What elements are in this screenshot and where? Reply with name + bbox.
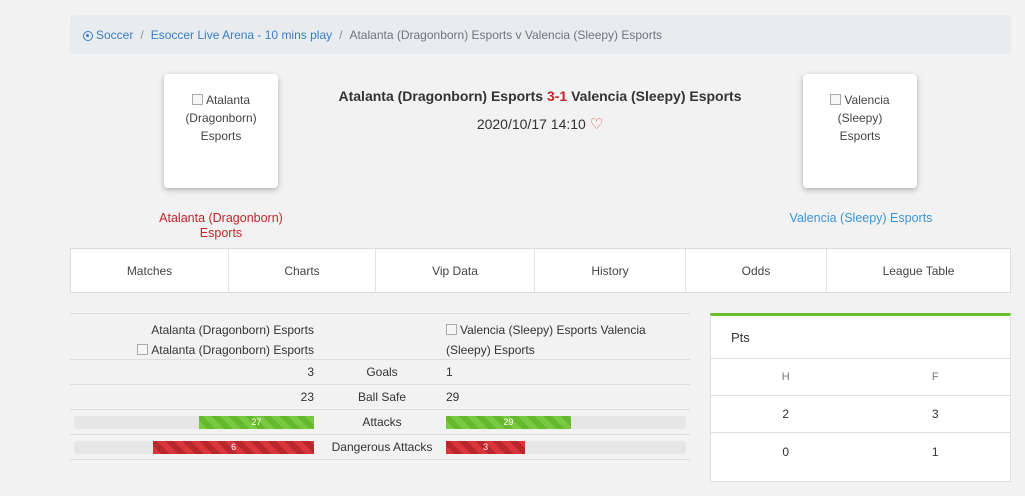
broken-image-icon bbox=[137, 344, 149, 355]
home-team-logo[interactable]: Atalanta (Dragonborn) Esports bbox=[164, 74, 278, 188]
tab-vip-data[interactable]: Vip Data bbox=[376, 249, 535, 292]
pts-cell: 1 bbox=[931, 444, 939, 459]
pts-title: Pts bbox=[711, 316, 1010, 359]
broken-image-icon bbox=[830, 94, 842, 105]
breadcrumb-separator: / bbox=[339, 27, 343, 42]
match-date-line: 2020/10/17 14:10 ♡ bbox=[280, 115, 800, 133]
broken-image-icon bbox=[191, 94, 203, 105]
stat-away-value: 29 bbox=[446, 390, 460, 404]
home-team-name[interactable]: Atalanta (Dragonborn) Esports bbox=[141, 211, 301, 241]
breadcrumb: Soccer / Esoccer Live Arena - 10 mins pl… bbox=[70, 15, 1011, 54]
tab-odds[interactable]: Odds bbox=[686, 249, 827, 292]
stat-label: Goals bbox=[366, 365, 398, 379]
stat-home-value: 23 bbox=[300, 390, 314, 404]
stat-row-ball-safe: 23 Ball Safe 29 bbox=[70, 385, 690, 410]
away-dangerous-attacks-bar: 3 bbox=[446, 440, 526, 454]
tab-league-table[interactable]: League Table bbox=[827, 249, 1010, 292]
pts-header-row: H F bbox=[711, 359, 1010, 396]
soccer-ball-icon bbox=[83, 30, 93, 41]
stats-away-img: Valencia (Sleepy) Esports bbox=[446, 323, 597, 337]
stats-home-img: Atalanta (Dragonborn) Esports bbox=[70, 340, 314, 360]
breadcrumb-current: Atalanta (Dragonborn) Esports v Valencia… bbox=[349, 27, 663, 42]
pts-row: 0 1 bbox=[711, 433, 1010, 470]
match-title: Atalanta (Dragonborn) Esports 3-1 Valenc… bbox=[280, 88, 800, 104]
pts-header-f: F bbox=[931, 371, 939, 383]
stat-row-attacks: 27 Attacks 29 bbox=[70, 410, 690, 435]
heart-icon[interactable]: ♡ bbox=[590, 116, 603, 133]
pts-header-h: H bbox=[781, 371, 790, 383]
match-date: 2020/10/17 14:10 bbox=[476, 116, 586, 132]
stat-row-dangerous-attacks: 6 Dangerous Attacks 3 bbox=[70, 435, 690, 460]
pts-cell: 3 bbox=[931, 407, 939, 421]
stat-home-value: 3 bbox=[307, 365, 314, 379]
stats-header-row: Atalanta (Dragonborn) Esports Atalanta (… bbox=[70, 314, 690, 360]
home-dangerous-attacks-bar: 6 bbox=[153, 440, 314, 454]
stat-label: Dangerous Attacks bbox=[331, 440, 433, 454]
match-away-team: Valencia (Sleepy) Esports bbox=[571, 88, 742, 104]
breadcrumb-separator: / bbox=[140, 27, 144, 42]
away-attacks-bar: 29 bbox=[446, 415, 571, 429]
tab-charts[interactable]: Charts bbox=[229, 249, 376, 292]
tab-history[interactable]: History bbox=[535, 249, 686, 292]
breadcrumb-league-link[interactable]: Esoccer Live Arena - 10 mins play bbox=[151, 28, 332, 42]
away-team-name[interactable]: Valencia (Sleepy) Esports bbox=[781, 211, 941, 226]
stat-away-value: 1 bbox=[446, 365, 453, 379]
stat-label: Attacks bbox=[362, 415, 402, 429]
breadcrumb-soccer-link[interactable]: Soccer bbox=[96, 28, 133, 42]
home-attacks-bar: 27 bbox=[198, 415, 314, 429]
stat-label: Ball Safe bbox=[357, 390, 407, 404]
pts-panel: Pts H F 2 3 0 1 bbox=[710, 313, 1011, 482]
tab-bar: Matches Charts Vip Data History Odds Lea… bbox=[70, 248, 1011, 293]
tab-matches[interactable]: Matches bbox=[71, 249, 229, 292]
stats-table: Atalanta (Dragonborn) Esports Atalanta (… bbox=[70, 313, 690, 460]
broken-image-icon bbox=[446, 324, 457, 335]
stat-row-goals: 3 Goals 1 bbox=[70, 360, 690, 385]
match-score: 3-1 bbox=[546, 88, 568, 104]
pts-cell: 0 bbox=[782, 444, 790, 459]
stats-home-team: Atalanta (Dragonborn) Esports bbox=[151, 323, 314, 337]
away-team-logo[interactable]: Valencia (Sleepy) Esports bbox=[803, 74, 917, 188]
pts-row: 2 3 bbox=[711, 396, 1010, 433]
pts-cell: 2 bbox=[782, 407, 790, 421]
away-logo-alt-text: Valencia (Sleepy) Esports bbox=[837, 93, 890, 143]
match-home-team: Atalanta (Dragonborn) Esports bbox=[338, 88, 544, 104]
